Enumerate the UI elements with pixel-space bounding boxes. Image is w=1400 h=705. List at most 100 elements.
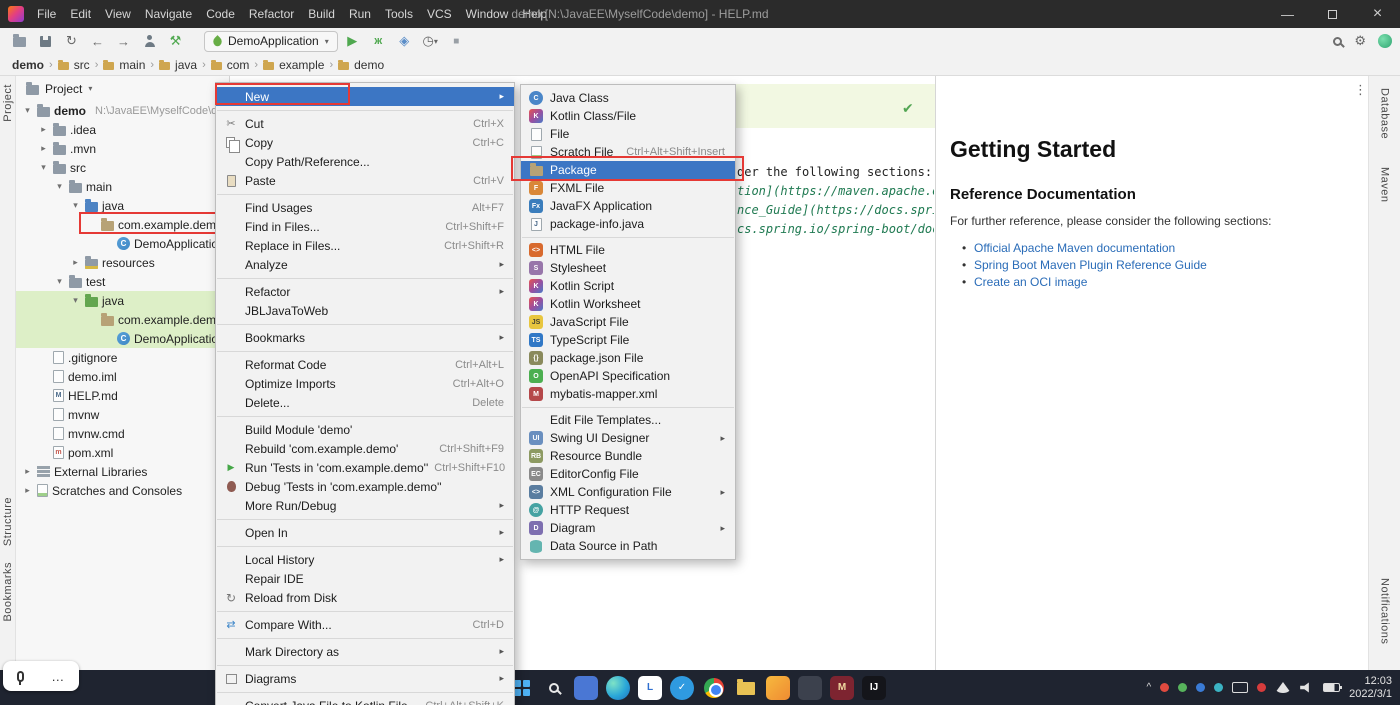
taskbar-explorer-icon[interactable] [734, 676, 758, 700]
keyboard-icon[interactable] [1232, 682, 1249, 693]
tree-item-help-md[interactable]: M HELP.md [16, 386, 229, 405]
menu-item-find-in-files[interactable]: Find in Files... Ctrl+Shift+F [216, 217, 514, 236]
menu-item-package-info-java[interactable]: Jpackage-info.java [521, 215, 735, 233]
tree-item-resources[interactable]: ▸ resources [16, 253, 229, 272]
taskbar-search-icon[interactable] [542, 676, 566, 700]
menu-item-stylesheet[interactable]: S Stylesheet [521, 259, 735, 277]
menu-item-file[interactable]: File [521, 125, 735, 143]
chevron-down-icon[interactable]: ▾ [22, 105, 33, 116]
tree-item-com-example-demo[interactable]: com.example.demo [16, 310, 229, 329]
menu-item-edit-file-templates[interactable]: Edit File Templates... [521, 411, 735, 429]
tree-item-idea[interactable]: ▸ .idea [16, 120, 229, 139]
taskbar-music-icon[interactable]: M [830, 675, 854, 700]
breadcrumb-item-example[interactable]: example [279, 58, 324, 72]
menu-view[interactable]: View [98, 7, 138, 21]
menu-item-diagrams[interactable]: Diagrams ▸ [216, 669, 514, 688]
menu-navigate[interactable]: Navigate [138, 7, 199, 21]
tree-item-gitignore[interactable]: .gitignore [16, 348, 229, 367]
menu-item-copy-path-reference[interactable]: Copy Path/Reference... [216, 152, 514, 171]
menu-item-open-in[interactable]: Open In ▸ [216, 523, 514, 542]
chevron-right-icon[interactable]: ▸ [22, 466, 33, 477]
tree-item-main[interactable]: ▾ main [16, 177, 229, 196]
menu-item-local-history[interactable]: Local History ▸ [216, 550, 514, 569]
close-button[interactable]: × [1355, 0, 1400, 28]
menu-item-xml-configuration-file[interactable]: <> XML Configuration File ▸ [521, 483, 735, 501]
menu-item-kotlin-script[interactable]: K Kotlin Script [521, 277, 735, 295]
taskbar-idea-icon[interactable]: IJ [862, 675, 886, 700]
save-all-icon[interactable] [34, 30, 57, 52]
tree-item-java[interactable]: ▾ java [16, 196, 229, 215]
tree-item-src[interactable]: ▾ src [16, 158, 229, 177]
menu-item-kotlin-class-file[interactable]: K Kotlin Class/File [521, 107, 735, 125]
chevron-down-icon[interactable]: ▾ [38, 162, 49, 173]
tool-stripe-bookmarks[interactable]: Bookmarks [2, 562, 14, 622]
menu-refactor[interactable]: Refactor [242, 7, 301, 21]
settings-gear-icon[interactable]: ⚙ [1354, 33, 1366, 49]
chevron-down-icon[interactable]: ▾ [70, 295, 81, 306]
debug-button[interactable]: ж [367, 30, 390, 52]
menu-item-mark-directory-as[interactable]: Mark Directory as ▸ [216, 642, 514, 661]
wifi-icon[interactable] [1275, 682, 1292, 693]
menu-item-refactor[interactable]: Refactor ▸ [216, 282, 514, 301]
taskbar-dict-icon[interactable] [766, 675, 790, 700]
menu-item-find-usages[interactable]: Find Usages Alt+F7 [216, 198, 514, 217]
menu-item-replace-in-files[interactable]: Replace in Files... Ctrl+Shift+R [216, 236, 514, 255]
tray-teal-icon[interactable] [1214, 683, 1224, 692]
menu-item-debug-tests-in-com-example-demo[interactable]: Debug 'Tests in 'com.example.demo'' [216, 477, 514, 496]
menu-item-javascript-file[interactable]: JS JavaScript File [521, 313, 735, 331]
tree-item-demoapplication[interactable]: C DemoApplication [16, 329, 229, 348]
menu-item-editorconfig-file[interactable]: EC EditorConfig File [521, 465, 735, 483]
chevron-down-icon[interactable]: ▾ [70, 200, 81, 211]
tool-stripe-notifications[interactable]: Notifications [1379, 578, 1391, 644]
preview-link-create-an-oci-image[interactable]: Create an OCI image [962, 274, 1207, 291]
tree-item-demo[interactable]: ▾ demo N:\JavaEE\MyselfCode\demo [16, 101, 229, 120]
chevron-right-icon[interactable]: ▸ [70, 257, 81, 268]
menu-item-compare-with[interactable]: ⇄ Compare With... Ctrl+D [216, 615, 514, 634]
menu-item-paste[interactable]: Paste Ctrl+V [216, 171, 514, 190]
breadcrumb-item-demo[interactable]: demo [12, 58, 44, 72]
menu-item-fxml-file[interactable]: F FXML File [521, 179, 735, 197]
tree-item-external-libraries[interactable]: ▸ External Libraries [16, 462, 229, 481]
menu-item-delete[interactable]: Delete... Delete [216, 393, 514, 412]
menu-code[interactable]: Code [199, 7, 242, 21]
tool-stripe-project[interactable]: Project [2, 84, 14, 122]
menu-item-new[interactable]: New ▸ [216, 87, 514, 106]
menu-item-package-json-file[interactable]: {} package.json File [521, 349, 735, 367]
tool-stripe-database[interactable]: Database [1379, 88, 1391, 139]
breadcrumb-item-java[interactable]: java [175, 58, 197, 72]
menu-run[interactable]: Run [342, 7, 378, 21]
volume-icon[interactable] [1300, 682, 1309, 693]
tray-blue-icon[interactable] [1196, 683, 1206, 692]
menu-item-package[interactable]: Package [521, 161, 735, 179]
chevron-down-icon[interactable]: ▾ [54, 181, 65, 192]
editor-options-kebab-icon[interactable]: ⋮ [1354, 82, 1367, 98]
more-options-label[interactable]: … [51, 669, 65, 684]
menu-item-reload-from-disk[interactable]: ↻ Reload from Disk [216, 588, 514, 607]
breadcrumb-item-src[interactable]: src [74, 58, 90, 72]
chevron-right-icon[interactable]: ▸ [38, 124, 49, 135]
stop-button[interactable]: ■ [445, 30, 468, 52]
tray-expand-icon[interactable]: ^ [1146, 682, 1151, 693]
menu-item-repair-ide[interactable]: Repair IDE [216, 569, 514, 588]
breadcrumb-item-main[interactable]: main [119, 58, 145, 72]
taskbar-docs-icon[interactable]: L [638, 675, 662, 700]
menu-item-jbljavatoweb[interactable]: JBLJavaToWeb [216, 301, 514, 320]
menu-item-reformat-code[interactable]: Reformat Code Ctrl+Alt+L [216, 355, 514, 374]
run-configuration-selector[interactable]: DemoApplication ▾ [204, 30, 338, 52]
profiler-button[interactable]: ◷ ▾ [419, 30, 442, 52]
tree-item-pom-xml[interactable]: m pom.xml [16, 443, 229, 462]
tray-red-icon[interactable] [1160, 683, 1170, 692]
chevron-down-icon[interactable]: ▾ [54, 276, 65, 287]
tool-stripe-maven[interactable]: Maven [1379, 167, 1391, 203]
menu-item-java-class[interactable]: C Java Class [521, 89, 735, 107]
battery-icon[interactable] [1323, 683, 1343, 692]
menu-item-html-file[interactable]: <> HTML File [521, 241, 735, 259]
taskbar-chrome-icon[interactable] [702, 676, 726, 700]
taskbar-edge-icon[interactable] [606, 675, 630, 700]
menu-item-convert-java-file-to-kotlin-file[interactable]: Convert Java File to Kotlin File Ctrl+Alt… [216, 696, 514, 705]
menu-item-openapi-specification[interactable]: O OpenAPI Specification [521, 367, 735, 385]
sync-icon[interactable]: ↻ [60, 30, 83, 52]
tree-item-demo-iml[interactable]: demo.iml [16, 367, 229, 386]
editor-preview-divider[interactable] [935, 76, 936, 670]
menu-item-run-tests-in-com-example-demo[interactable]: ▶ Run 'Tests in 'com.example.demo'' Ctrl+S… [216, 458, 514, 477]
